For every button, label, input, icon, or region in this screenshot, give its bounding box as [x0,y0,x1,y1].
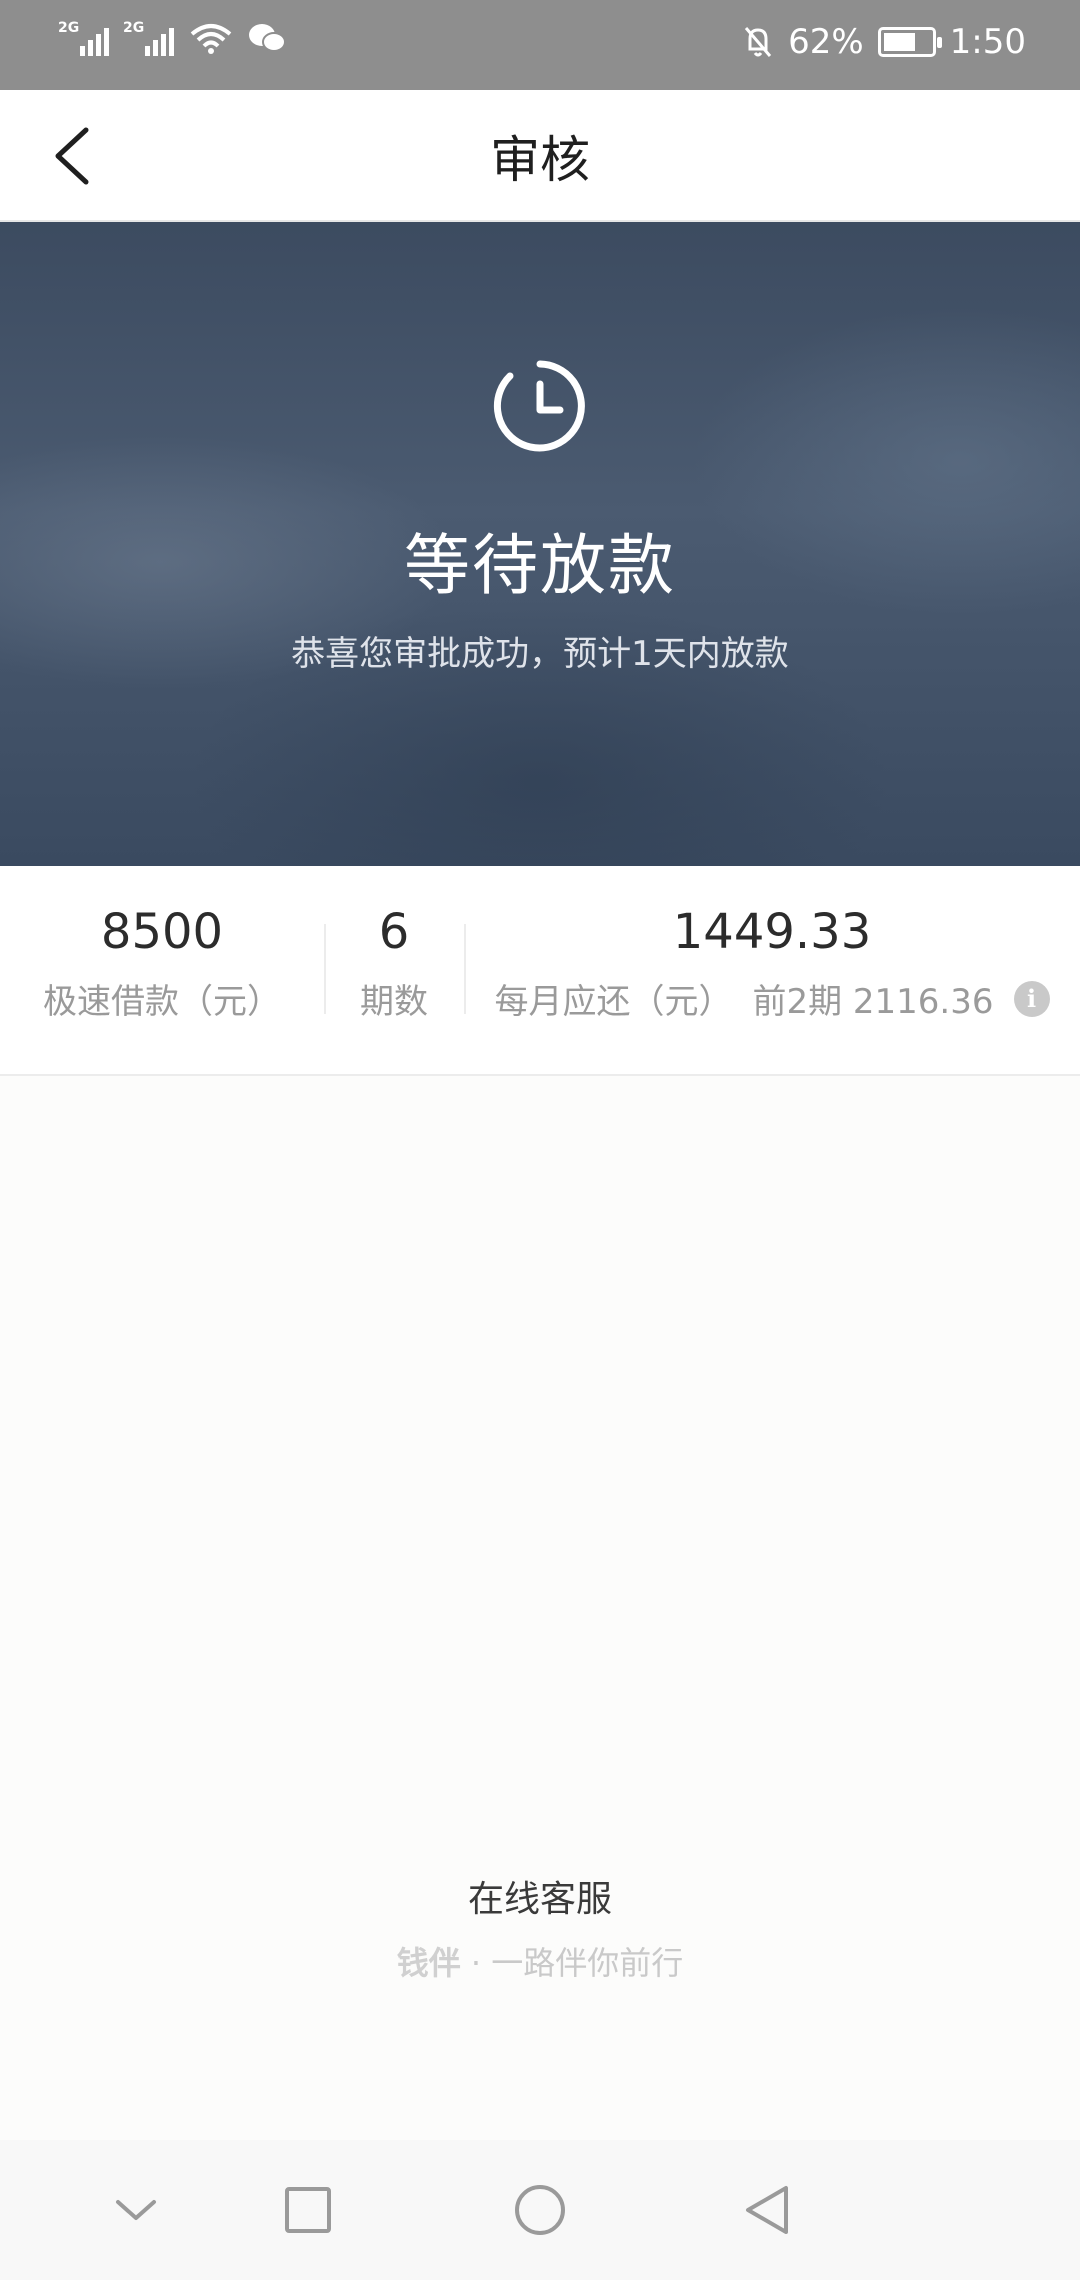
loan-periods-label: 期数 [360,982,428,1022]
loan-periods-value: 6 [378,904,410,960]
tagline-separator: · [470,1944,482,1982]
info-icon[interactable]: i [1013,980,1050,1017]
signal-icon: 2G [58,20,109,56]
app-header: 审核 [0,90,1080,222]
loan-summary: 8500 极速借款（元） 6 期数 1449.33 每月应还（元） 前2期 21… [0,866,1080,1076]
loan-amount: 8500 极速借款（元） [0,904,324,1023]
home-icon[interactable] [512,2182,568,2238]
status-icons-right: 62% 1:50 [742,22,1026,62]
loan-periods: 6 期数 [324,904,464,1023]
battery-icon [877,27,942,57]
online-service-link[interactable]: 在线客服 [0,1870,1080,1922]
status-banner: 等待放款 恭喜您审批成功，预计1天内放款 [0,222,1080,866]
brand-slogan: 一路伴你前行 [491,1944,684,1982]
monthly-repayment-label-row: 每月应还（元） 前2期 2116.36 i [464,974,1080,1023]
clock-time: 1:50 [949,22,1026,62]
battery-percent: 62% [788,22,864,62]
wechat-icon [249,24,286,52]
status-bar: 2G 2G 62% 1:50 [0,0,1080,90]
status-icons-left: 2G 2G [58,20,286,56]
loan-status-title: 等待放款 [404,527,676,604]
recent-apps-icon[interactable] [280,2182,336,2238]
brand-tagline: 钱伴 · 一路伴你前行 [0,1938,1080,1984]
loan-amount-label: 极速借款（元） [43,982,281,1022]
clock-icon [493,360,585,452]
screen: 2G 2G 62% 1:50 审核 等待放款 恭喜您审批成功，预计1天内放款 8… [0,0,1080,2280]
brand-name: 钱伴 [396,1944,461,1982]
back-triangle-icon[interactable] [740,2182,796,2238]
first-periods-note: 前2期 2116.36 [752,982,994,1022]
monthly-repayment-label: 每月应还（元） [494,982,733,1022]
system-nav-bar [0,2140,1080,2280]
mute-bell-icon [744,27,772,57]
signal-icon: 2G [123,20,174,56]
network-tag: 2G [123,20,145,36]
loan-status-subtitle: 恭喜您审批成功，预计1天内放款 [291,634,789,674]
monthly-repayment: 1449.33 每月应还（元） 前2期 2116.36 i [464,904,1080,1023]
wifi-icon [190,24,232,54]
monthly-repayment-value: 1449.33 [672,904,872,960]
chevron-down-icon[interactable] [108,2182,164,2238]
page-title: 审核 [490,131,590,189]
loan-amount-value: 8500 [100,904,224,960]
network-tag: 2G [58,20,80,36]
